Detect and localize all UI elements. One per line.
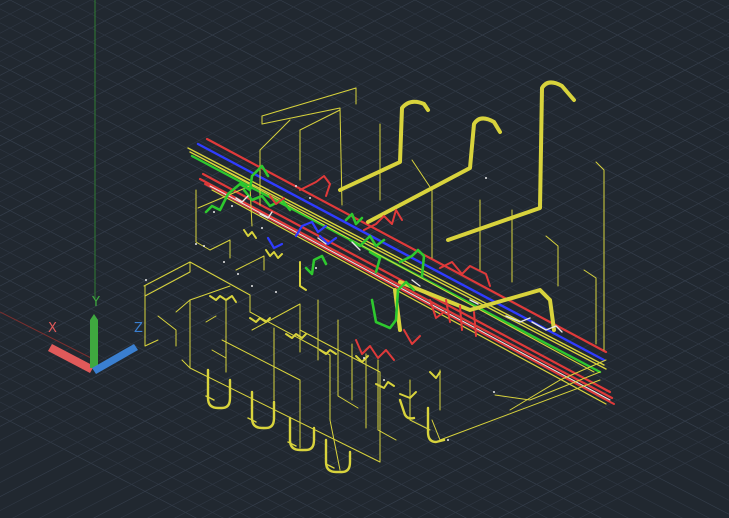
model-space-viewport[interactable]: X Y Z (0, 0, 729, 518)
ucs-y-label: Y (91, 295, 100, 310)
ucs-y-arm-icon (90, 320, 98, 368)
red-branch-1[interactable] (299, 175, 331, 197)
ucs-x-label: X (48, 321, 57, 336)
isometric-grid (0, 0, 729, 518)
blue-branch-2[interactable] (266, 236, 284, 250)
riser-1[interactable] (338, 99, 430, 192)
pipe-red-3[interactable] (198, 177, 614, 400)
pipe-yellow-4[interactable] (204, 159, 595, 373)
ucs-z-arm-icon (92, 344, 138, 374)
riser-4[interactable] (398, 280, 556, 332)
ucs-icon[interactable]: X Y Z (48, 295, 143, 374)
drawing-canvas[interactable]: X Y Z (0, 0, 729, 518)
ucs-z-label: Z (134, 321, 143, 336)
world-x-axis (0, 311, 96, 361)
ucs-y-tip-icon (90, 314, 98, 320)
red-branch-5[interactable] (355, 339, 395, 361)
